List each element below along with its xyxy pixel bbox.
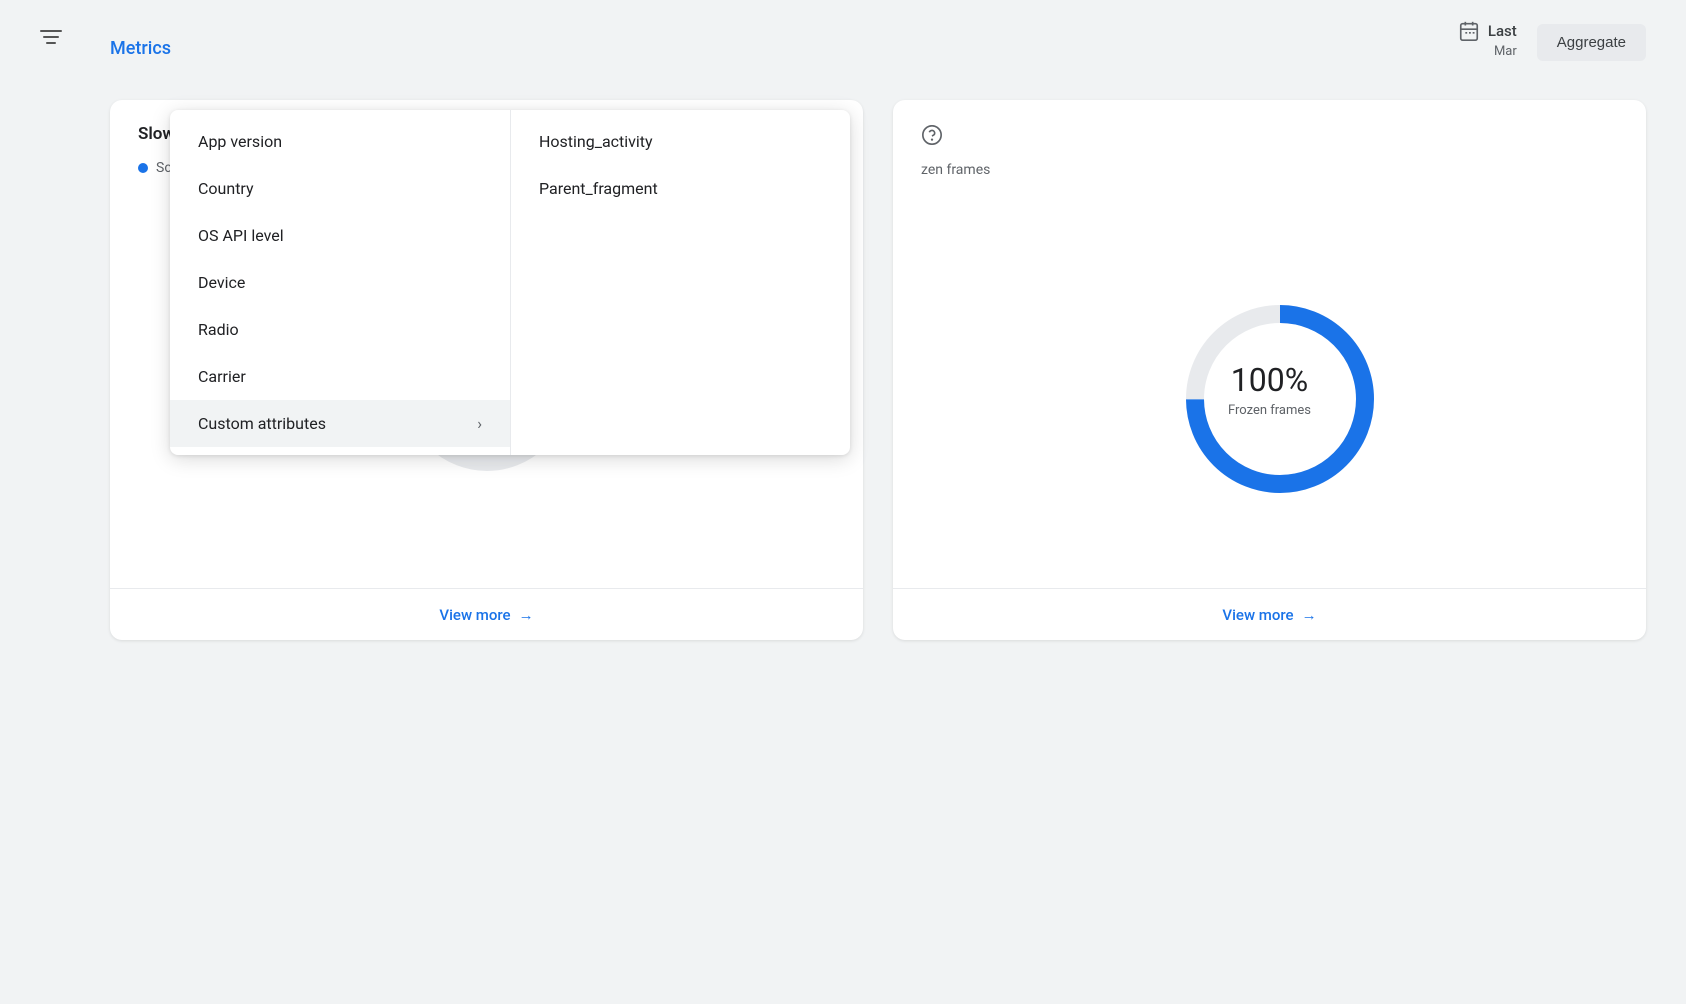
card-chart-frozen: 100% Frozen frames xyxy=(893,190,1646,588)
view-more-link-frozen[interactable]: View more → xyxy=(1222,606,1316,624)
metrics-label: Metrics xyxy=(110,38,171,59)
dropdown-item-app-version[interactable]: App version xyxy=(170,118,510,165)
donut-frozen: 100% Frozen frames xyxy=(1170,289,1370,489)
donut-text-frozen: 100% Frozen frames xyxy=(1228,361,1311,418)
calendar-icon xyxy=(1458,20,1480,42)
card-subtitle-frozen: zen frames xyxy=(893,162,1646,190)
dropdown-item-label-country: Country xyxy=(198,179,254,198)
view-more-text-frozen: View more xyxy=(1222,606,1293,624)
dot-icon-slow xyxy=(138,163,148,173)
dropdown-item-device[interactable]: Device xyxy=(170,259,510,306)
aggregate-button[interactable]: Aggregate xyxy=(1537,24,1646,61)
card-subtitle-text-frozen: zen frames xyxy=(921,162,990,178)
dropdown-item-label-os-api-level: OS API level xyxy=(198,226,284,245)
dropdown-item-label-device: Device xyxy=(198,273,245,292)
arrow-right-icon-slow: → xyxy=(519,606,534,624)
donut-label-frozen: Frozen frames xyxy=(1228,403,1311,418)
card-footer-slow: View more → xyxy=(110,588,863,640)
frozen-frames-card: zen frames 100% Frozen frames View more … xyxy=(893,100,1646,640)
dropdown-item-parent-fragment[interactable]: Parent_fragment xyxy=(511,165,850,212)
dropdown-item-label-app-version: App version xyxy=(198,132,282,151)
dropdown-item-custom-attributes[interactable]: Custom attributes › xyxy=(170,400,510,447)
calendar-row: Last xyxy=(1458,20,1517,42)
dropdown-item-label-hosting-activity: Hosting_activity xyxy=(539,132,653,151)
question-icon xyxy=(921,124,943,146)
card-footer-frozen: View more → xyxy=(893,588,1646,640)
dropdown-item-label-parent-fragment: Parent_fragment xyxy=(539,179,658,198)
dropdown-item-label-custom-attributes: Custom attributes xyxy=(198,414,326,433)
date-section: Last Mar xyxy=(1458,20,1517,59)
dropdown-right-panel: Hosting_activity Parent_fragment xyxy=(510,110,850,455)
dropdown-item-carrier[interactable]: Carrier xyxy=(170,353,510,400)
dropdown-item-os-api-level[interactable]: OS API level xyxy=(170,212,510,259)
date-last-label: Last xyxy=(1488,22,1517,40)
dropdown-item-radio[interactable]: Radio xyxy=(170,306,510,353)
card-header-frozen xyxy=(893,100,1646,162)
dropdown-item-label-carrier: Carrier xyxy=(198,367,246,386)
dropdown-menu: App version Country OS API level Device … xyxy=(170,110,850,455)
arrow-right-icon-frozen: → xyxy=(1302,606,1317,624)
dropdown-item-country[interactable]: Country xyxy=(170,165,510,212)
dropdown-left-panel: App version Country OS API level Device … xyxy=(170,110,510,455)
dropdown-item-label-radio: Radio xyxy=(198,320,239,339)
filter-button[interactable] xyxy=(40,30,62,44)
view-more-text-slow: View more xyxy=(439,606,510,624)
donut-percent-frozen: 100% xyxy=(1228,361,1311,399)
top-right-section: Last Mar Aggregate xyxy=(1458,20,1646,61)
view-more-link-slow[interactable]: View more → xyxy=(439,606,533,624)
dropdown-item-hosting-activity[interactable]: Hosting_activity xyxy=(511,118,850,165)
date-sub: Mar xyxy=(1494,44,1517,59)
chevron-right-icon: › xyxy=(477,414,482,433)
